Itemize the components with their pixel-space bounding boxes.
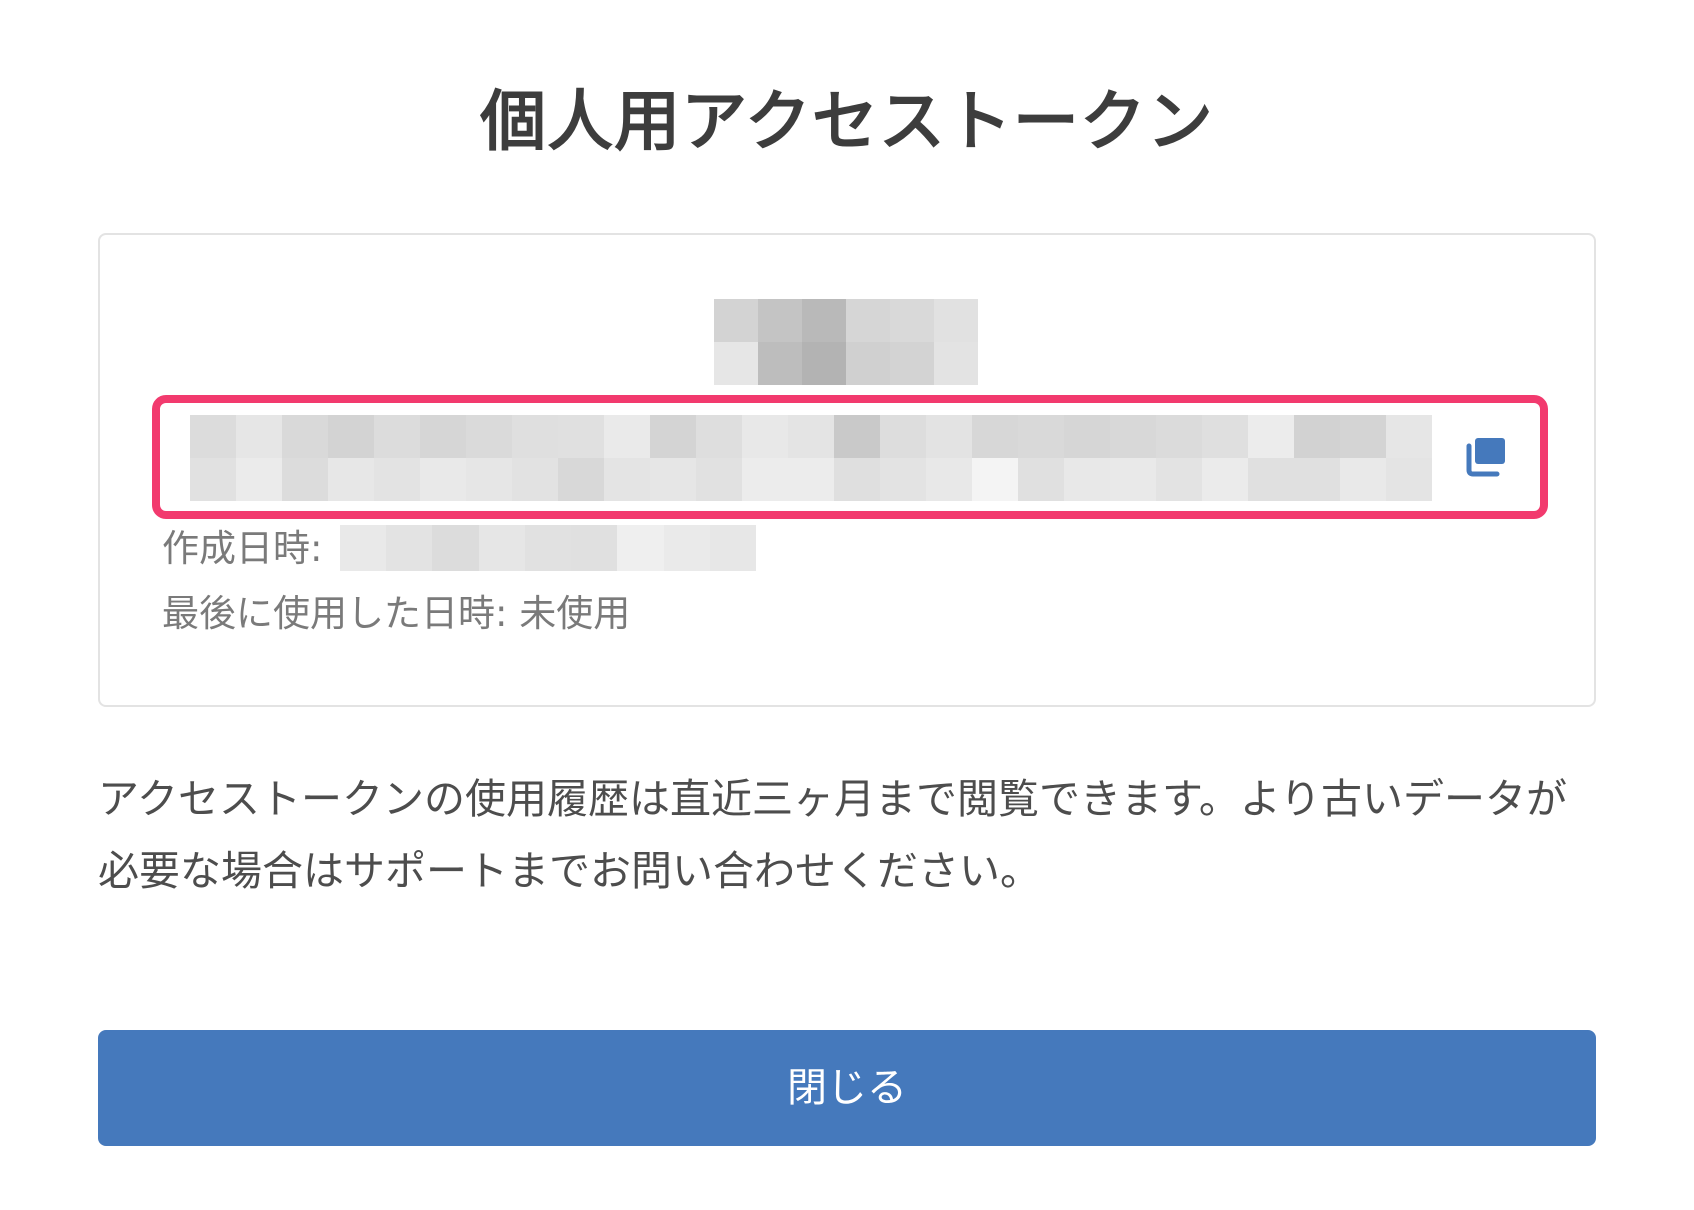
redaction-tile: [714, 299, 758, 342]
redaction-tile: [788, 415, 834, 458]
redaction-tile: [834, 458, 880, 501]
redaction-tile: [1340, 458, 1386, 501]
redaction-tile: [604, 415, 650, 458]
redaction-tile: [512, 458, 558, 501]
copy-token-button[interactable]: [1458, 431, 1510, 483]
copy-icon: [1466, 438, 1505, 477]
redaction-tile: [604, 458, 650, 501]
redaction-tile: [190, 415, 236, 458]
redaction-tile: [934, 342, 978, 385]
usage-history-notice: アクセストークンの使用履歴は直近三ヶ月まで閲覧できます。より古いデータが必要な場…: [98, 775, 1568, 895]
redaction-tile: [1294, 458, 1340, 501]
redaction-tile: [802, 299, 846, 342]
redaction-tile: [1064, 458, 1110, 501]
token-card: 作成日時: 最後に使用した日時: 未使用: [98, 233, 1596, 707]
redaction-tile: [714, 342, 758, 385]
token-name-redacted: [714, 299, 978, 385]
redaction-tile: [374, 415, 420, 458]
redaction-tile: [386, 525, 433, 571]
redaction-tile: [1018, 415, 1064, 458]
created-at-label: 作成日時:: [162, 527, 323, 570]
redaction-tile: [328, 415, 374, 458]
redaction-tile: [972, 415, 1018, 458]
redaction-tile: [696, 415, 742, 458]
redaction-tile: [558, 458, 604, 501]
redaction-tile: [466, 458, 512, 501]
redaction-tile: [571, 525, 618, 571]
redaction-tile: [432, 525, 479, 571]
redaction-tile: [236, 458, 282, 501]
redaction-tile: [190, 458, 236, 501]
redaction-tile: [742, 458, 788, 501]
redaction-tile: [617, 525, 664, 571]
redaction-tile: [880, 415, 926, 458]
redaction-tile: [282, 458, 328, 501]
redaction-tile: [758, 342, 802, 385]
redaction-tile: [1110, 458, 1156, 501]
dialog-title: 個人用アクセストークン: [480, 83, 1214, 160]
redaction-tile: [742, 415, 788, 458]
redaction-tile: [650, 458, 696, 501]
redaction-tile: [1248, 415, 1294, 458]
redaction-tile: [1110, 415, 1156, 458]
redaction-tile: [282, 415, 328, 458]
last-used-label: 最後に使用した日時: 未使用: [162, 592, 631, 635]
redaction-tile: [558, 415, 604, 458]
redaction-tile: [846, 342, 890, 385]
redaction-tile: [709, 525, 756, 571]
redaction-tile: [802, 342, 846, 385]
redaction-tile: [696, 458, 742, 501]
redaction-tile: [1018, 458, 1064, 501]
redaction-tile: [328, 458, 374, 501]
redaction-tile: [663, 525, 710, 571]
redaction-tile: [1294, 415, 1340, 458]
redaction-tile: [788, 458, 834, 501]
redaction-tile: [880, 458, 926, 501]
redaction-tile: [834, 415, 880, 458]
redaction-tile: [512, 415, 558, 458]
redaction-tile: [650, 415, 696, 458]
redaction-tile: [1064, 415, 1110, 458]
created-at-value-redacted: [340, 525, 756, 571]
redaction-tile: [374, 458, 420, 501]
redaction-tile: [524, 525, 572, 571]
redaction-tile: [1340, 415, 1386, 458]
close-button[interactable]: 閉じる: [98, 1030, 1596, 1146]
redaction-tile: [890, 342, 934, 385]
redaction-tile: [420, 458, 466, 501]
redaction-tile: [972, 458, 1018, 501]
redaction-tile: [236, 415, 282, 458]
redaction-tile: [1386, 458, 1432, 501]
redaction-tile: [1156, 415, 1202, 458]
redaction-tile: [934, 299, 978, 342]
redaction-tile: [926, 458, 972, 501]
redaction-tile: [890, 299, 934, 342]
redaction-tile: [478, 525, 525, 571]
redaction-tile: [1248, 458, 1294, 501]
redaction-tile: [466, 415, 512, 458]
redaction-tile: [846, 299, 890, 342]
redaction-tile: [1156, 458, 1202, 501]
redaction-tile: [1386, 415, 1432, 458]
redaction-tile: [340, 525, 387, 571]
redaction-tile: [1202, 458, 1248, 501]
redaction-tile: [926, 415, 972, 458]
token-value-redacted[interactable]: [190, 415, 1432, 501]
redaction-tile: [420, 415, 466, 458]
redaction-tile: [758, 299, 802, 342]
redaction-tile: [1202, 415, 1248, 458]
